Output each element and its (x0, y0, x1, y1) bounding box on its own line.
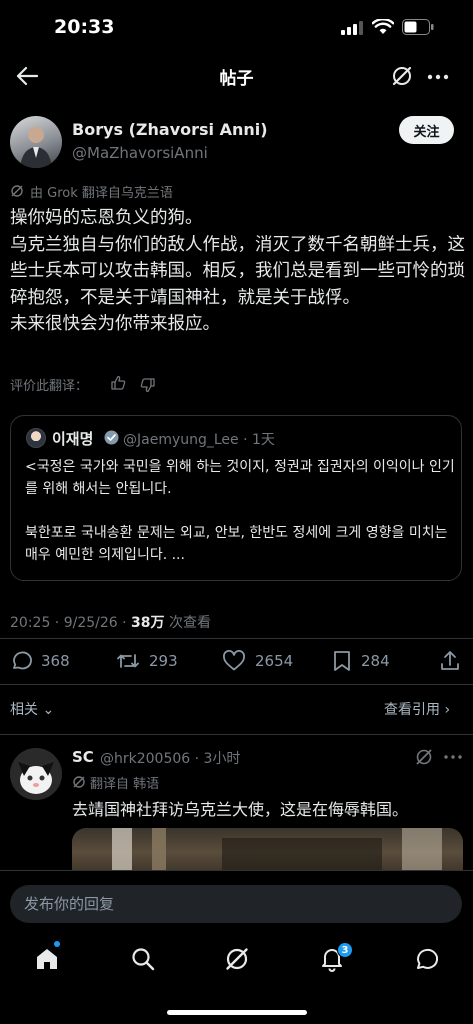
post-timestamp: 20:25 · 9/25/26 · 38万 次查看 (10, 612, 211, 632)
grok-icon[interactable] (415, 748, 433, 766)
translated-by[interactable]: 由 Grok 翻译自乌克兰语 (30, 182, 173, 201)
home-icon (34, 946, 60, 972)
divider (0, 684, 473, 685)
thumbs-down-icon[interactable] (140, 377, 156, 393)
message-icon (413, 946, 439, 972)
like-count: 2654 (255, 652, 294, 670)
battery-icon (402, 19, 434, 35)
quote-text: <국정은 국가와 국민을 위해 하는 것이지, 정권과 집권자의 이익이나 인기… (25, 459, 455, 563)
reply-count: 368 (41, 652, 70, 670)
nav-search[interactable] (130, 946, 156, 972)
bookmark-button[interactable]: 284 (332, 650, 390, 672)
home-notification-dot (54, 941, 60, 947)
reply-translated[interactable]: 翻译自 韩语 (90, 773, 159, 792)
grok-icon (224, 946, 250, 972)
verified-badge-icon (104, 430, 119, 445)
quote-author-name: 이재명 (52, 430, 94, 448)
bookmark-count: 284 (361, 652, 390, 670)
reply-input[interactable] (10, 885, 462, 923)
author-handle[interactable]: @MaZhavorsiAnni (72, 144, 208, 162)
views-count: 38万 (131, 615, 165, 631)
share-icon (440, 650, 460, 672)
timestamp-text: 20:25 · 9/25/26 · (10, 615, 132, 631)
grok-icon[interactable] (391, 65, 413, 87)
divider (0, 638, 473, 639)
tweet-line: 乌克兰独自与你们的敌人作战，消灭了数千名朝鲜士兵，这些士兵本可以攻击韩国。相反，… (10, 234, 465, 308)
rate-translation-label: 评价此翻译： (10, 379, 89, 394)
grok-translate-icon (10, 184, 24, 198)
view-quotes-link[interactable]: 查看引用 › (384, 699, 450, 719)
home-indicator (167, 1010, 307, 1015)
reply-avatar[interactable] (10, 748, 62, 800)
retweet-count: 293 (149, 652, 178, 670)
thumbs-up-icon[interactable] (110, 375, 126, 391)
related-dropdown[interactable]: 相关 ⌄ (10, 699, 54, 719)
tweet-body: 操你妈的忘恩负义的狗。 乌克兰独自与你们的敌人作战，消灭了数千名朝鲜士兵，这些士… (10, 205, 465, 338)
wifi-icon (372, 19, 394, 35)
views-label: 次查看 (164, 615, 211, 631)
tweet-line: 操你妈的忘恩负义的狗。 (10, 208, 203, 228)
like-icon (222, 650, 246, 672)
nav-messages[interactable] (413, 946, 439, 972)
retweet-button[interactable]: 293 (116, 650, 178, 672)
avatar[interactable] (10, 116, 62, 168)
notification-badge: 3 (337, 942, 353, 958)
reply-icon (10, 650, 32, 672)
more-icon[interactable] (444, 755, 462, 759)
follow-button[interactable]: 关注 (399, 116, 454, 144)
like-button[interactable]: 2654 (222, 650, 293, 672)
nav-grok[interactable] (224, 946, 250, 972)
status-time: 20:33 (54, 16, 115, 38)
more-icon[interactable] (427, 74, 449, 80)
reply-author-name[interactable]: SC (72, 748, 94, 766)
search-icon (130, 946, 156, 972)
tweet-line: 未来很快会为你带来报应。 (10, 314, 220, 334)
reply-button[interactable]: 368 (10, 650, 70, 672)
reply-text: 去靖国神社拜访乌克兰大使，这是在侮辱韩国。 (72, 800, 409, 819)
bookmark-icon (332, 650, 352, 672)
quote-avatar (26, 428, 46, 448)
divider (0, 734, 473, 735)
author-name[interactable]: Borys (Zhavorsi Anni) (72, 120, 268, 139)
nav-home[interactable] (34, 946, 60, 972)
reply-meta: @hrk200506 · 3小时 (100, 751, 241, 767)
retweet-icon (116, 650, 140, 672)
signal-icon (341, 21, 363, 35)
share-button[interactable] (440, 650, 460, 672)
quote-meta: @Jaemyung_Lee · 1天 (123, 432, 275, 448)
grok-translate-icon (72, 775, 86, 789)
